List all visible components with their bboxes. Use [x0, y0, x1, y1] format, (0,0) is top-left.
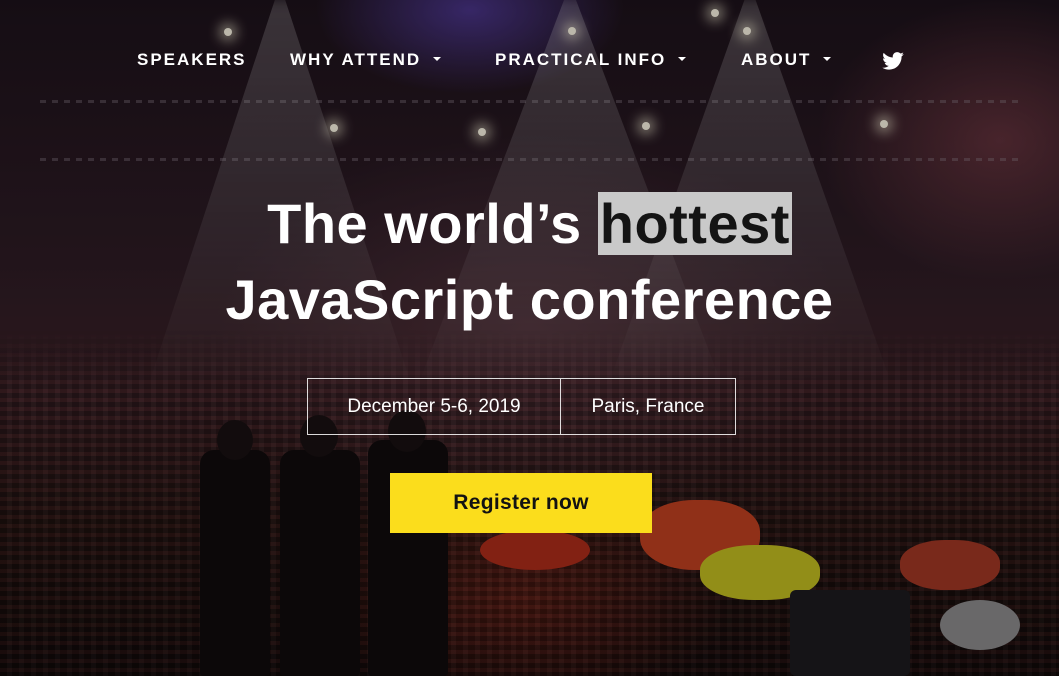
nav-why-attend[interactable]: WHY ATTEND	[290, 50, 442, 70]
nav-speakers-label: SPEAKERS	[137, 50, 247, 69]
nav-practical-info-label: PRACTICAL INFO	[495, 50, 667, 69]
nav-why-attend-label: WHY ATTEND	[290, 50, 422, 69]
nav-practical-info[interactable]: PRACTICAL INFO	[495, 50, 687, 70]
event-date: December 5-6, 2019	[308, 379, 561, 434]
register-button[interactable]: Register now	[390, 473, 652, 533]
twitter-icon[interactable]	[882, 52, 904, 70]
headline-highlight: hottest	[597, 192, 792, 255]
nav-about[interactable]: ABOUT	[741, 50, 832, 70]
headline-line-1: The world’s hottest	[0, 188, 1059, 260]
chevron-down-icon	[678, 57, 687, 61]
headline-line-2: JavaScript conference	[225, 268, 834, 331]
hero-section: SPEAKERS WHY ATTEND PRACTICAL INFO ABOUT…	[0, 0, 1059, 676]
nav-about-label: ABOUT	[741, 50, 812, 69]
event-info-box: December 5-6, 2019 Paris, France	[307, 378, 736, 435]
chevron-down-icon	[433, 57, 442, 61]
nav-speakers[interactable]: SPEAKERS	[137, 50, 247, 70]
event-location: Paris, France	[591, 395, 705, 417]
chevron-down-icon	[823, 57, 832, 61]
dark-overlay	[0, 0, 1059, 676]
headline-prefix: The world’s	[267, 192, 598, 255]
